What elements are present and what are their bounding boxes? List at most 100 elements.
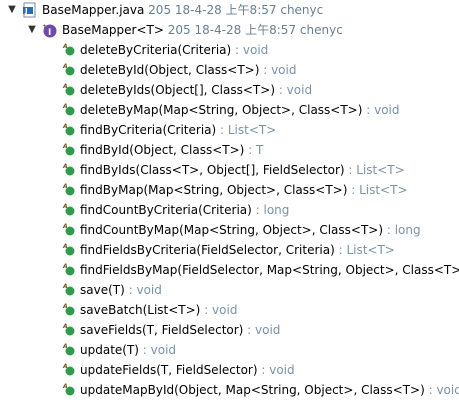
collapse-chevron-icon[interactable]: ▼	[4, 0, 20, 20]
method-row[interactable]: AdeleteById(Object, Class<T>) : void	[0, 60, 459, 80]
method-label: findFieldsByMap(FieldSelector, Map<Strin…	[80, 260, 459, 280]
method-signature: findCountByCriteria(Criteria)	[80, 203, 252, 217]
method-label: findByCriteria(Criteria) : List<T>	[80, 120, 276, 140]
public-abstract-method-icon: A	[62, 42, 78, 58]
method-signature: update(T)	[80, 343, 139, 357]
method-signature: findFieldsByMap(FieldSelector, Map<Strin…	[80, 263, 459, 277]
method-separator: :	[251, 203, 264, 217]
method-label: update(T) : void	[80, 340, 176, 360]
method-row[interactable]: AsaveFields(T, FieldSelector) : void	[0, 320, 459, 340]
svg-text:A: A	[62, 183, 68, 190]
method-label: findCountByMap(Map<String, Object>, Clas…	[80, 220, 421, 240]
method-return-type: void	[150, 343, 177, 357]
interface-date: 18-4-28 上午8:57	[194, 23, 297, 37]
method-label: findById(Object, Class<T>) : T	[80, 140, 263, 160]
svg-text:+: +	[42, 23, 47, 30]
method-return-type: void	[374, 103, 400, 117]
method-signature: findById(Object, Class<T>)	[80, 143, 245, 157]
interface-author: chenyc	[299, 23, 343, 37]
method-label: updateFields(T, FieldSelector) : void	[80, 360, 295, 380]
method-signature: saveBatch(List<T>)	[80, 303, 201, 317]
svg-text:A: A	[62, 163, 68, 170]
method-row[interactable]: AsaveBatch(List<T>) : void	[0, 300, 459, 320]
method-row[interactable]: AdeleteByMap(Map<String, Object>, Class<…	[0, 100, 459, 120]
method-row[interactable]: AfindByCriteria(Criteria) : List<T>	[0, 120, 459, 140]
method-return-type: void	[271, 63, 297, 77]
method-label: saveBatch(List<T>) : void	[80, 300, 237, 320]
method-row[interactable]: AfindCountByMap(Map<String, Object>, Cla…	[0, 220, 459, 240]
method-signature: saveFields(T, FieldSelector)	[80, 323, 244, 337]
method-label: save(T) : void	[80, 280, 162, 300]
svg-text:A: A	[62, 203, 68, 210]
public-abstract-method-icon: A	[62, 122, 78, 138]
method-signature: findByCriteria(Criteria)	[80, 123, 217, 137]
method-signature: deleteById(Object, Class<T>)	[80, 63, 260, 77]
file-name: BaseMapper.java	[42, 3, 145, 17]
svg-text:A: A	[62, 263, 68, 270]
method-label: deleteByCriteria(Criteria) : void	[80, 40, 268, 60]
svg-text:A: A	[62, 323, 68, 330]
method-return-type: void	[212, 303, 238, 317]
method-row[interactable]: Asave(T) : void	[0, 280, 459, 300]
method-separator: :	[124, 283, 137, 297]
method-separator: :	[244, 143, 257, 157]
method-separator: :	[334, 243, 347, 257]
method-return-type: List<T>	[227, 123, 277, 137]
method-separator: :	[231, 43, 243, 57]
public-abstract-method-icon: A	[62, 102, 78, 118]
method-signature: findByIds(Class<T>, Object[], FieldSelec…	[80, 163, 345, 177]
method-return-type: List<T>	[356, 163, 405, 177]
svg-text:A: A	[62, 103, 68, 110]
interface-revision: 205	[167, 23, 191, 37]
method-return-type: T	[256, 143, 264, 157]
method-separator: :	[347, 183, 360, 197]
method-return-type: long	[263, 203, 290, 217]
method-separator: :	[275, 83, 287, 97]
method-row[interactable]: AfindFieldsByCriteria(FieldSelector, Cri…	[0, 240, 459, 260]
tree-row-interface[interactable]: ▼ I + BaseMapper<T> 205 18-4-28 上午8:57 c…	[0, 20, 459, 40]
method-label: saveFields(T, FieldSelector) : void	[80, 320, 280, 340]
interface-name: BaseMapper<T>	[62, 23, 164, 37]
method-row[interactable]: AfindByMap(Map<String, Object>, Class<T>…	[0, 180, 459, 200]
tree-row-file[interactable]: ▼ J BaseMapper.java 205 18-4-28 上午8:57 c…	[0, 0, 459, 20]
file-label: BaseMapper.java 205 18-4-28 上午8:57 cheny…	[42, 0, 323, 20]
method-separator: :	[243, 323, 256, 337]
method-signature: findCountByMap(Map<String, Object>, Clas…	[80, 223, 384, 237]
method-signature: findByMap(Map<String, Object>, Class<T>)	[80, 183, 348, 197]
method-return-type: void	[286, 83, 313, 97]
method-label: deleteById(Object, Class<T>) : void	[80, 60, 296, 80]
method-separator: :	[344, 163, 357, 177]
file-revision: 205	[148, 3, 172, 17]
interface-icon: I +	[42, 22, 58, 38]
collapse-chevron-icon[interactable]: ▼	[24, 20, 40, 40]
method-row[interactable]: AfindById(Object, Class<T>) : T	[0, 140, 459, 160]
method-label: findByMap(Map<String, Object>, Class<T>)…	[80, 180, 408, 200]
svg-text:A: A	[62, 243, 68, 250]
method-row[interactable]: AfindFieldsByMap(FieldSelector, Map<Stri…	[0, 260, 459, 280]
public-abstract-method-icon: A	[62, 322, 78, 338]
method-row[interactable]: AfindByIds(Class<T>, Object[], FieldSele…	[0, 160, 459, 180]
method-row[interactable]: Aupdate(T) : void	[0, 340, 459, 360]
partial-next-row	[0, 396, 459, 404]
method-row[interactable]: AfindCountByCriteria(Criteria) : long	[0, 200, 459, 220]
method-row[interactable]: AdeleteByCriteria(Criteria) : void	[0, 40, 459, 60]
method-separator: :	[200, 303, 213, 317]
svg-text:A: A	[62, 343, 68, 350]
method-separator: :	[257, 363, 270, 377]
svg-text:A: A	[62, 43, 68, 50]
method-separator: :	[259, 63, 272, 77]
svg-text:A: A	[62, 383, 68, 390]
public-abstract-method-icon: A	[62, 342, 78, 358]
method-return-type: void	[242, 43, 269, 57]
method-row[interactable]: AdeleteByIds(Object[], Class<T>) : void	[0, 80, 459, 100]
method-signature: deleteByCriteria(Criteria)	[80, 43, 232, 57]
method-signature: updateMapById(Object, Map<String, Object…	[80, 383, 425, 397]
method-row[interactable]: AupdateFields(T, FieldSelector) : void	[0, 360, 459, 380]
method-label: deleteByIds(Object[], Class<T>) : void	[80, 80, 312, 100]
public-abstract-method-icon: A	[62, 302, 78, 318]
method-label: findByIds(Class<T>, Object[], FieldSelec…	[80, 160, 405, 180]
file-date: 18-4-28 上午8:57	[174, 3, 277, 17]
public-abstract-method-icon: A	[62, 62, 78, 78]
method-return-type: long	[394, 223, 421, 237]
method-return-type: List<T>	[346, 243, 395, 257]
